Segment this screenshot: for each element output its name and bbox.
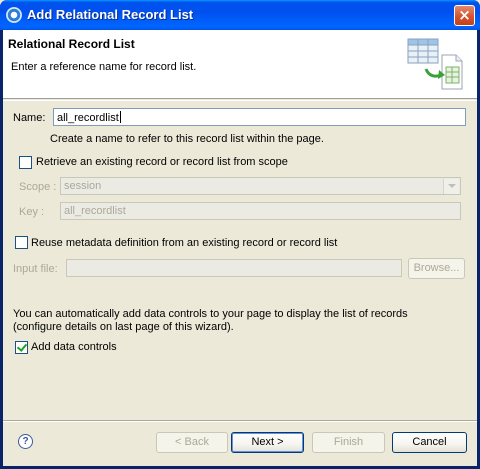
footer-separator-highlight [3, 421, 477, 422]
name-input-value: all_recordlist [57, 112, 119, 124]
input-file-field[interactable] [66, 259, 402, 277]
banner-description: Enter a reference name for record list. [11, 61, 197, 73]
close-button[interactable]: × [454, 5, 475, 26]
scope-label: Scope : [19, 181, 57, 193]
name-label: Name: [13, 112, 46, 124]
name-hint: Create a name to refer to this record li… [50, 133, 324, 145]
key-label: Key : [19, 206, 45, 218]
scope-value: session [64, 180, 102, 192]
add-data-controls-checkbox[interactable] [15, 341, 28, 354]
help-icon[interactable]: ? [18, 434, 33, 449]
name-input[interactable]: all_recordlist [53, 108, 466, 126]
input-file-label: Input file: [13, 263, 58, 275]
banner-separator [3, 100, 477, 101]
key-input[interactable]: all_recordlist [60, 202, 461, 220]
record-list-wizard-icon [407, 38, 463, 90]
text-caret [119, 111, 121, 123]
chevron-down-icon[interactable] [443, 179, 459, 194]
close-icon: × [458, 6, 471, 24]
scope-dropdown[interactable]: session [60, 177, 461, 195]
back-button[interactable]: < Back [156, 432, 228, 453]
add-data-controls-label[interactable]: Add data controls [31, 341, 117, 353]
title-bar[interactable]: Add Relational Record List × [0, 0, 480, 30]
dialog-body: Relational Record List Enter a reference… [3, 30, 477, 466]
reuse-checkbox[interactable] [15, 236, 28, 249]
cancel-button[interactable]: Cancel [392, 432, 467, 453]
info-text-line-1: You can automatically add data controls … [13, 308, 408, 320]
browse-button[interactable]: Browse... [408, 258, 465, 279]
retrieve-checkbox[interactable] [19, 156, 32, 169]
dialog-window: Add Relational Record List × Relational … [0, 0, 480, 469]
window-title: Add Relational Record List [27, 7, 194, 22]
next-button[interactable]: Next > [231, 432, 304, 453]
wizard-banner: Relational Record List Enter a reference… [3, 30, 477, 99]
finish-button[interactable]: Finish [312, 432, 385, 453]
app-icon [6, 7, 22, 23]
info-text-line-2: (configure details on last page of this … [13, 321, 234, 333]
reuse-label[interactable]: Reuse metadata definition from an existi… [31, 237, 337, 249]
key-input-value: all_recordlist [64, 205, 126, 217]
banner-title: Relational Record List [8, 37, 135, 51]
retrieve-label[interactable]: Retrieve an existing record or record li… [36, 156, 288, 168]
